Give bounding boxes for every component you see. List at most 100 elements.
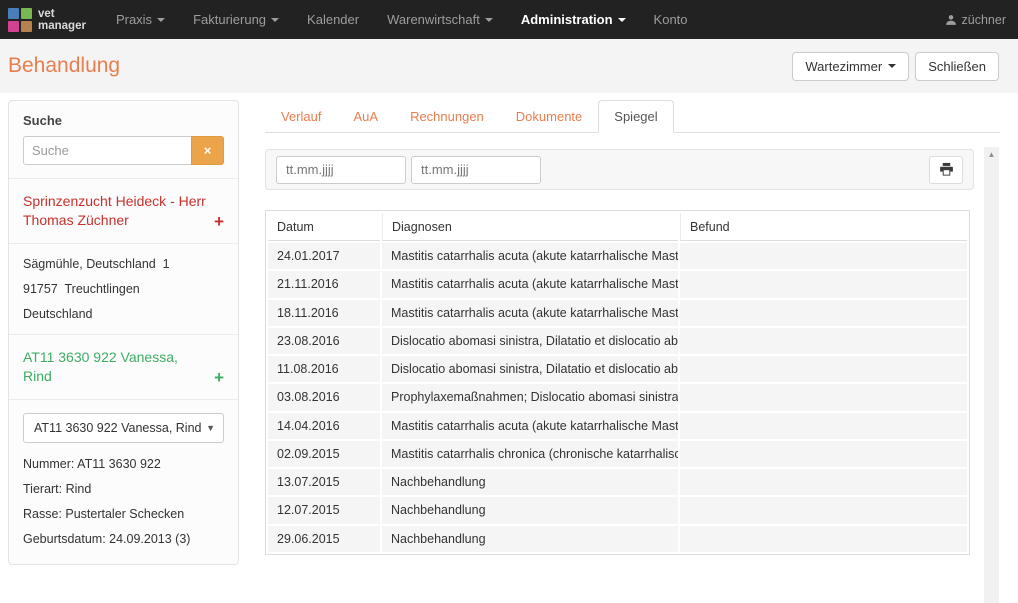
col-header-diagnosen: Diagnosen <box>382 213 678 241</box>
wartezimmer-label: Wartezimmer <box>805 59 882 74</box>
schliessen-label: Schließen <box>928 59 986 74</box>
cell-befund <box>680 469 967 495</box>
nav-praxis-label: Praxis <box>116 0 152 39</box>
nav-administration[interactable]: Administration <box>507 0 640 39</box>
nav-fakturierung[interactable]: Fakturierung <box>179 0 293 39</box>
table-row[interactable]: 18.11.2016 Mastitis catarrhalis acuta (a… <box>268 300 967 326</box>
search-label: Suche <box>23 113 224 128</box>
table-row[interactable]: 23.08.2016 Dislocatio abomasi sinistra, … <box>268 328 967 354</box>
divider <box>9 243 238 244</box>
header-buttons: Wartezimmer Schließen <box>792 52 999 81</box>
chevron-down-icon <box>271 18 279 22</box>
cell-datum: 29.06.2015 <box>268 526 380 552</box>
brand-text: vet manager <box>38 8 86 32</box>
cell-datum: 18.11.2016 <box>268 300 380 326</box>
animal-birthdate: Geburtsdatum: 24.09.2013 (3) <box>23 532 224 546</box>
wartezimmer-button[interactable]: Wartezimmer <box>792 52 909 81</box>
cell-datum: 02.09.2015 <box>268 441 380 467</box>
divider <box>9 399 238 400</box>
customer-address-country: Deutschland <box>23 307 224 321</box>
table-row[interactable]: 13.07.2015 Nachbehandlung <box>268 469 967 495</box>
date-to-input[interactable] <box>411 156 541 184</box>
divider <box>9 178 238 179</box>
date-filter-panel <box>265 149 974 190</box>
tab-rechnungen[interactable]: Rechnungen <box>394 100 500 133</box>
cell-datum: 23.08.2016 <box>268 328 380 354</box>
add-animal-plus-icon[interactable]: + <box>214 369 224 386</box>
username: züchner <box>962 13 1006 27</box>
tab-verlauf[interactable]: Verlauf <box>265 100 337 133</box>
chevron-down-icon <box>485 18 493 22</box>
nav-konto-label: Konto <box>654 0 688 39</box>
clear-x-icon: × <box>204 143 212 158</box>
cell-diagnosen: Mastitis catarrhalis acuta (akute katarr… <box>382 300 678 326</box>
printer-icon <box>939 162 954 177</box>
main-menu: Praxis Fakturierung Kalender Warenwirtsc… <box>102 0 702 39</box>
cell-diagnosen: Prophylaxemaßnahmen; Dislocatio abomasi … <box>382 384 678 410</box>
vertical-scrollbar[interactable]: ▲ <box>984 147 999 603</box>
tab-aua[interactable]: AuA <box>337 100 394 133</box>
brand-line2: manager <box>38 20 86 32</box>
chevron-down-icon <box>157 18 165 22</box>
tab-dokumente[interactable]: Dokumente <box>500 100 598 133</box>
customer-name-link[interactable]: Sprinzenzucht Heideck - Herr Thomas Züch… <box>23 192 214 230</box>
cell-befund <box>680 271 967 297</box>
patient-sidebar: Suche × Sprinzenzucht Heideck - Herr Tho… <box>8 100 239 565</box>
table-row[interactable]: 14.04.2016 Mastitis catarrhalis acuta (a… <box>268 413 967 439</box>
nav-administration-label: Administration <box>521 0 613 39</box>
table-row[interactable]: 02.09.2015 Mastitis catarrhalis chronica… <box>268 441 967 467</box>
search-input[interactable] <box>23 136 191 165</box>
animal-name-link[interactable]: AT11 3630 922 Vanessa, Rind <box>23 348 214 386</box>
tab-bar: Verlauf AuA Rechnungen Dokumente Spiegel <box>265 100 1000 133</box>
date-from-input[interactable] <box>276 156 406 184</box>
nav-konto[interactable]: Konto <box>640 0 702 39</box>
cell-datum: 11.08.2016 <box>268 356 380 382</box>
table-header-row: Datum Diagnosen Befund <box>268 213 967 241</box>
cell-datum: 14.04.2016 <box>268 413 380 439</box>
animal-select[interactable]: AT11 3630 922 Vanessa, Rind, w, 3 ▼ <box>23 413 224 443</box>
nav-warenwirtschaft[interactable]: Warenwirtschaft <box>373 0 507 39</box>
page-title: Behandlung <box>8 54 120 78</box>
nav-kalender[interactable]: Kalender <box>293 0 373 39</box>
table-row[interactable]: 03.08.2016 Prophylaxemaßnahmen; Dislocat… <box>268 384 967 410</box>
main-content: Verlauf AuA Rechnungen Dokumente Spiegel <box>265 100 1000 555</box>
cell-befund <box>680 384 967 410</box>
cell-diagnosen: Nachbehandlung <box>382 526 678 552</box>
schliessen-button[interactable]: Schließen <box>915 52 999 81</box>
cell-diagnosen: Mastitis catarrhalis acuta (akute katarr… <box>382 243 678 269</box>
cell-datum: 12.07.2015 <box>268 497 380 523</box>
cell-befund <box>680 243 967 269</box>
scroll-up-arrow-icon[interactable]: ▲ <box>984 147 999 162</box>
table-row[interactable]: 21.11.2016 Mastitis catarrhalis acuta (a… <box>268 271 967 297</box>
brand-line1: vet <box>38 8 86 20</box>
nav-kalender-label: Kalender <box>307 0 359 39</box>
chevron-down-icon <box>618 18 626 22</box>
brand-logo[interactable]: vet manager <box>8 8 86 32</box>
cell-diagnosen: Mastitis catarrhalis acuta (akute katarr… <box>382 271 678 297</box>
search-group: × <box>23 136 224 165</box>
cell-befund <box>680 497 967 523</box>
cell-datum: 21.11.2016 <box>268 271 380 297</box>
table-row[interactable]: 11.08.2016 Dislocatio abomasi sinistra, … <box>268 356 967 382</box>
page-header: Behandlung Wartezimmer Schließen <box>0 39 1018 93</box>
table-row[interactable]: 29.06.2015 Nachbehandlung <box>268 526 967 552</box>
top-navbar: vet manager Praxis Fakturierung Kalender… <box>0 0 1018 39</box>
user-icon <box>945 14 957 26</box>
print-button[interactable] <box>929 156 963 184</box>
table-row[interactable]: 12.07.2015 Nachbehandlung <box>268 497 967 523</box>
nav-praxis[interactable]: Praxis <box>102 0 179 39</box>
animal-header: AT11 3630 922 Vanessa, Rind + <box>23 348 224 386</box>
cell-befund <box>680 441 967 467</box>
customer-address-street: Sägmühle, Deutschland 1 <box>23 257 224 271</box>
cell-diagnosen: Mastitis catarrhalis acuta (akute katarr… <box>382 413 678 439</box>
cell-diagnosen: Nachbehandlung <box>382 497 678 523</box>
app-window: vet manager Praxis Fakturierung Kalender… <box>0 0 1018 603</box>
cell-diagnosen: Dislocatio abomasi sinistra, Dilatatio e… <box>382 356 678 382</box>
search-clear-button[interactable]: × <box>191 136 224 165</box>
table-row[interactable]: 24.01.2017 Mastitis catarrhalis acuta (a… <box>268 243 967 269</box>
animal-number: Nummer: AT11 3630 922 <box>23 457 224 471</box>
divider <box>9 334 238 335</box>
tab-spiegel[interactable]: Spiegel <box>598 100 673 133</box>
add-customer-plus-icon[interactable]: + <box>214 213 224 230</box>
user-menu[interactable]: züchner <box>945 13 1006 27</box>
